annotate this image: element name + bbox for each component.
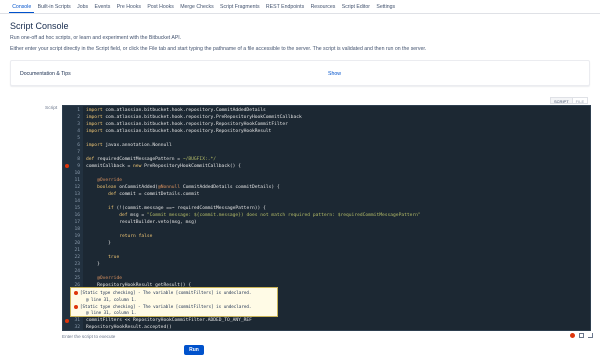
page-title: Script Console [10, 21, 69, 31]
resize-handle-icon[interactable] [588, 333, 593, 338]
run-button[interactable]: Run [184, 345, 204, 355]
editor-mode-toggle: SCRIPT FILE [550, 97, 589, 104]
tab-built-in-scripts[interactable]: Built-in Scripts [34, 4, 74, 13]
tab-events[interactable]: Events [91, 4, 113, 13]
script-mode-tab[interactable]: SCRIPT [550, 97, 573, 104]
code-line: 32 RepositoryHookResult.accepted() [63, 324, 590, 331]
settings-icon[interactable] [579, 333, 584, 338]
script-field-label: Script [45, 106, 58, 111]
page-description: Run one-off ad hoc scripts, or learn and… [10, 35, 182, 41]
tab-resources[interactable]: Resources [307, 4, 338, 13]
error-icon [74, 291, 78, 296]
tab-console[interactable]: Console [9, 4, 35, 13]
tab-pre-hooks[interactable]: Pre Hooks [114, 4, 145, 13]
tooltip-error-message: [Static type checking] - The variable [c… [74, 290, 274, 297]
error-tooltip: [Static type checking] - The variable [c… [70, 287, 278, 317]
show-docs-link[interactable]: Show [328, 71, 341, 77]
tab-script-fragments[interactable]: Script Fragments [217, 4, 263, 13]
code-text: RepositoryHookResult.accepted() [86, 325, 172, 331]
tab-jobs[interactable]: Jobs [74, 4, 91, 13]
editor-status-icons [570, 333, 593, 338]
error-icon [74, 304, 78, 309]
tab-script-editor[interactable]: Script Editor [339, 4, 374, 13]
tooltip-error-location: @ line 31, column 1. [86, 296, 137, 302]
tab-post-hooks[interactable]: Post Hooks [144, 4, 177, 13]
tooltip-error-message: [Static type checking] - The variable [c… [74, 304, 274, 311]
tooltip-error-location: @ line 31, column 1. [86, 310, 137, 316]
error-status-icon[interactable] [570, 333, 575, 338]
documentation-panel: Documentation & Tips Show [10, 60, 590, 86]
editor-hint: Enter the script to execute [62, 334, 116, 339]
top-nav: Console Built-in Scripts Jobs Events Pre… [0, 0, 600, 14]
tab-rest-endpoints[interactable]: REST Endpoints [263, 4, 308, 13]
file-mode-tab[interactable]: FILE [572, 97, 589, 104]
documentation-label: Documentation & Tips [20, 71, 71, 77]
line-number: 32 [74, 325, 80, 331]
tab-merge-checks[interactable]: Merge Checks [177, 4, 217, 13]
tab-settings[interactable]: Settings [373, 4, 398, 13]
page-instructions: Either enter your script directly in the… [10, 46, 427, 52]
